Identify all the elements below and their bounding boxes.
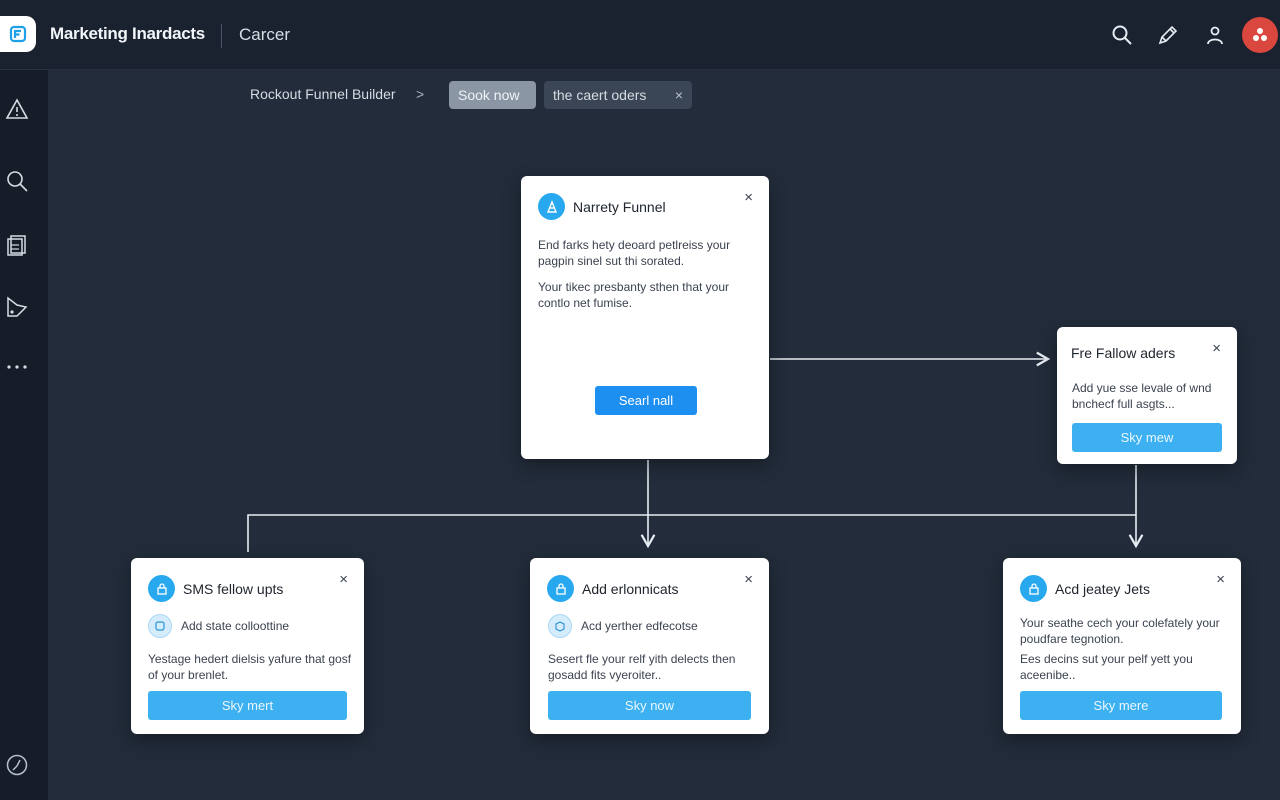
start-button[interactable]: Searl nall <box>595 386 697 415</box>
card-description: Sesert fle your relf yith delects then g… <box>548 652 736 682</box>
sms-follow-ups-card[interactable]: × SMS fellow upts Add state colloottine … <box>131 558 364 734</box>
sub-option-row[interactable]: Acd yerther edfecotse <box>548 614 698 638</box>
card-header: Acd jeatey Jets <box>1020 575 1150 602</box>
card-title: Narrety Funnel <box>573 198 666 215</box>
close-icon[interactable]: × <box>744 572 753 587</box>
narrety-funnel-card[interactable]: × Narrety Funnel End farks hety deoard p… <box>521 176 769 459</box>
connector-branch <box>247 514 1136 552</box>
box-icon <box>548 614 572 638</box>
sky-now-button[interactable]: Sky now <box>548 691 751 720</box>
close-icon[interactable]: × <box>744 190 753 205</box>
sky-mere-button[interactable]: Sky mere <box>1020 691 1222 720</box>
card-title: SMS fellow upts <box>183 580 284 597</box>
message-icon <box>148 614 172 638</box>
sub-option-label: Acd yerther edfecotse <box>581 619 698 633</box>
lock-icon <box>148 575 175 602</box>
card-title: Add erlonnicats <box>582 580 679 597</box>
card-description: Yestage hedert dielsis yafure that gosf … <box>148 652 352 682</box>
sub-option-label: Add state colloottine <box>181 619 290 633</box>
close-icon[interactable]: × <box>1212 341 1221 356</box>
close-icon[interactable]: × <box>339 572 348 587</box>
card-description: End farks hety deoard petlreiss your pag… <box>538 238 731 268</box>
card-description: Your seathe cech your colefately your po… <box>1020 616 1220 646</box>
sky-mert-button[interactable]: Sky mert <box>148 691 347 720</box>
card-title: Fre Fallow aders <box>1071 345 1176 361</box>
card-description-secondary: Your tikec presbanty sthen that your con… <box>538 280 730 310</box>
sky-mew-button[interactable]: Sky mew <box>1072 423 1222 452</box>
card-description: Add yue sse levale of wnd bnchecf full a… <box>1072 381 1212 411</box>
card-description-secondary: Ees decins sut your pelf yett you aceeni… <box>1020 652 1193 682</box>
card-header: SMS fellow upts <box>148 575 283 602</box>
card-header: Add erlonnicats <box>547 575 679 602</box>
funnel-icon <box>538 193 565 220</box>
add-enhancements-card[interactable]: × Add erlonnicats Acd yerther edfecotse … <box>530 558 769 734</box>
close-icon[interactable]: × <box>1216 572 1225 587</box>
card-header: Narrety Funnel <box>538 193 666 220</box>
free-follow-orders-card[interactable]: × Fre Fallow aders Add yue sse levale of… <box>1057 327 1237 464</box>
sub-option-row[interactable]: Add state colloottine <box>148 614 289 638</box>
add-jeatey-jets-card[interactable]: × Acd jeatey Jets Your seathe cech your … <box>1003 558 1241 734</box>
lock-icon <box>547 575 574 602</box>
lock-icon <box>1020 575 1047 602</box>
card-title: Acd jeatey Jets <box>1055 580 1150 597</box>
